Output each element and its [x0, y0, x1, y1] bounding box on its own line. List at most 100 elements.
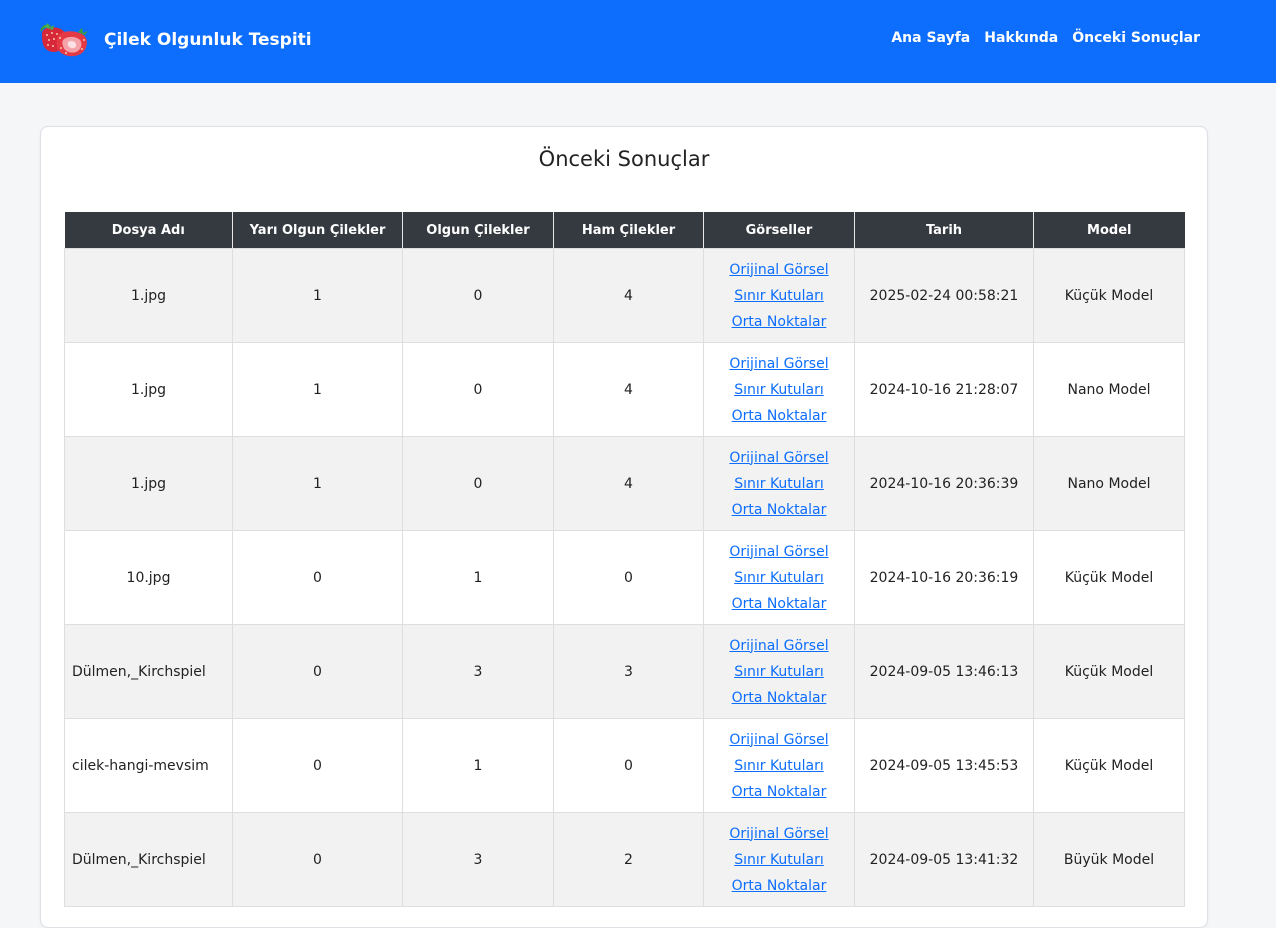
- file-name: 10.jpg: [126, 569, 171, 586]
- nav-menu: Ana Sayfa Hakkında Önceki Sonuçlar: [891, 30, 1200, 46]
- nav-link-home[interactable]: Ana Sayfa: [891, 30, 970, 46]
- ripe-count: 1: [402, 718, 554, 813]
- raw-count: 4: [553, 436, 704, 531]
- bounding-boxes-link[interactable]: Sınır Kutuları: [704, 377, 854, 403]
- center-points-link[interactable]: Orta Noktalar: [704, 873, 854, 899]
- model-cell: Büyük Model: [1033, 812, 1185, 907]
- file-name: 1.jpg: [130, 475, 167, 492]
- semi-ripe-count: 1: [232, 248, 403, 343]
- strawberry-icon: [40, 23, 88, 57]
- bounding-boxes-link[interactable]: Sınır Kutuları: [704, 753, 854, 779]
- center-points-link[interactable]: Orta Noktalar: [704, 403, 854, 429]
- original-image-link[interactable]: Orijinal Görsel: [704, 445, 854, 471]
- table-row: Dülmen,_Kirchspiel 0 3 2 Orijinal Görsel…: [64, 812, 1185, 907]
- column-header-date[interactable]: Tarih: [854, 212, 1034, 249]
- model-cell: Küçük Model: [1033, 624, 1185, 719]
- original-image-link[interactable]: Orijinal Görsel: [704, 727, 854, 753]
- date-cell: 2024-09-05 13:41:32: [854, 812, 1034, 907]
- file-name-cell: 1.jpg: [64, 436, 233, 531]
- table-row: 1.jpg 1 0 4 Orijinal Görsel Sınır Kutula…: [64, 436, 1185, 531]
- date-cell: 2024-10-16 20:36:39: [854, 436, 1034, 531]
- column-header-semi-ripe[interactable]: Yarı Olgun Çilekler: [232, 212, 403, 249]
- model-cell: Nano Model: [1033, 436, 1185, 531]
- images-cell: Orijinal Görsel Sınır Kutuları Orta Nokt…: [703, 436, 855, 531]
- images-cell: Orijinal Görsel Sınır Kutuları Orta Nokt…: [703, 342, 855, 437]
- raw-count: 4: [553, 342, 704, 437]
- column-header-raw[interactable]: Ham Çilekler: [553, 212, 704, 249]
- file-name: 1.jpg: [130, 381, 167, 398]
- table-row: 1.jpg 1 0 4 Orijinal Görsel Sınır Kutula…: [64, 342, 1185, 437]
- semi-ripe-count: 1: [232, 436, 403, 531]
- file-name: 1.jpg: [130, 287, 167, 304]
- semi-ripe-count: 0: [232, 624, 403, 719]
- center-points-link[interactable]: Orta Noktalar: [704, 497, 854, 523]
- images-cell: Orijinal Görsel Sınır Kutuları Orta Nokt…: [703, 624, 855, 719]
- raw-count: 0: [553, 718, 704, 813]
- bounding-boxes-link[interactable]: Sınır Kutuları: [704, 565, 854, 591]
- file-name-cell: 1.jpg: [64, 342, 233, 437]
- ripe-count: 0: [402, 342, 554, 437]
- date-cell: 2024-09-05 13:45:53: [854, 718, 1034, 813]
- bounding-boxes-link[interactable]: Sınır Kutuları: [704, 659, 854, 685]
- table-row: 10.jpg 0 1 0 Orijinal Görsel Sınır Kutul…: [64, 530, 1185, 625]
- file-name-cell: Dülmen,_Kirchspiel: [64, 812, 233, 907]
- column-header-model[interactable]: Model: [1033, 212, 1185, 249]
- nav-link-about[interactable]: Hakkında: [984, 30, 1058, 46]
- file-name-cell: cilek-hangi-mevsim: [64, 718, 233, 813]
- results-table: Dosya Adı Yarı Olgun Çilekler Olgun Çile…: [64, 212, 1185, 907]
- raw-count: 2: [553, 812, 704, 907]
- date-cell: 2024-09-05 13:46:13: [854, 624, 1034, 719]
- file-name: Dülmen,_Kirchspiel: [72, 663, 206, 680]
- original-image-link[interactable]: Orijinal Görsel: [704, 257, 854, 283]
- ripe-count: 0: [402, 248, 554, 343]
- images-cell: Orijinal Görsel Sınır Kutuları Orta Nokt…: [703, 718, 855, 813]
- raw-count: 3: [553, 624, 704, 719]
- model-cell: Küçük Model: [1033, 718, 1185, 813]
- model-cell: Küçük Model: [1033, 530, 1185, 625]
- page-title: Önceki Sonuçlar: [538, 147, 710, 171]
- table-row: cilek-hangi-mevsim 0 1 0 Orijinal Görsel…: [64, 718, 1185, 813]
- file-name-cell: 1.jpg: [64, 248, 233, 343]
- brand-title: Çilek Olgunluk Tespiti: [104, 30, 312, 50]
- ripe-count: 3: [402, 624, 554, 719]
- model-cell: Nano Model: [1033, 342, 1185, 437]
- ripe-count: 1: [402, 530, 554, 625]
- semi-ripe-count: 0: [232, 812, 403, 907]
- bounding-boxes-link[interactable]: Sınır Kutuları: [704, 471, 854, 497]
- raw-count: 4: [553, 248, 704, 343]
- raw-count: 0: [553, 530, 704, 625]
- original-image-link[interactable]: Orijinal Görsel: [704, 633, 854, 659]
- date-cell: 2025-02-24 00:58:21: [854, 248, 1034, 343]
- date-cell: 2024-10-16 21:28:07: [854, 342, 1034, 437]
- center-points-link[interactable]: Orta Noktalar: [704, 685, 854, 711]
- images-cell: Orijinal Görsel Sınır Kutuları Orta Nokt…: [703, 812, 855, 907]
- file-name-cell: Dülmen,_Kirchspiel: [64, 624, 233, 719]
- navbar: Çilek Olgunluk Tespiti Ana Sayfa Hakkınd…: [0, 0, 1276, 83]
- table-header-row: Dosya Adı Yarı Olgun Çilekler Olgun Çile…: [64, 212, 1185, 249]
- column-header-ripe[interactable]: Olgun Çilekler: [402, 212, 554, 249]
- bounding-boxes-link[interactable]: Sınır Kutuları: [704, 283, 854, 309]
- results-card: Önceki Sonuçlar Dosya Adı Yarı Olgun Çil…: [40, 126, 1208, 928]
- column-header-images[interactable]: Görseller: [703, 212, 855, 249]
- file-name-cell: 10.jpg: [64, 530, 233, 625]
- images-cell: Orijinal Görsel Sınır Kutuları Orta Nokt…: [703, 530, 855, 625]
- nav-link-previous-results[interactable]: Önceki Sonuçlar: [1072, 30, 1200, 46]
- center-points-link[interactable]: Orta Noktalar: [704, 309, 854, 335]
- file-name: Dülmen,_Kirchspiel: [72, 851, 206, 868]
- original-image-link[interactable]: Orijinal Görsel: [704, 539, 854, 565]
- original-image-link[interactable]: Orijinal Görsel: [704, 351, 854, 377]
- model-cell: Küçük Model: [1033, 248, 1185, 343]
- column-header-file-name[interactable]: Dosya Adı: [64, 212, 233, 249]
- original-image-link[interactable]: Orijinal Görsel: [704, 821, 854, 847]
- brand[interactable]: Çilek Olgunluk Tespiti: [38, 22, 312, 58]
- ripe-count: 3: [402, 812, 554, 907]
- semi-ripe-count: 0: [232, 718, 403, 813]
- images-cell: Orijinal Görsel Sınır Kutuları Orta Nokt…: [703, 248, 855, 343]
- bounding-boxes-link[interactable]: Sınır Kutuları: [704, 847, 854, 873]
- center-points-link[interactable]: Orta Noktalar: [704, 779, 854, 805]
- semi-ripe-count: 1: [232, 342, 403, 437]
- semi-ripe-count: 0: [232, 530, 403, 625]
- center-points-link[interactable]: Orta Noktalar: [704, 591, 854, 617]
- date-cell: 2024-10-16 20:36:19: [854, 530, 1034, 625]
- table-row: Dülmen,_Kirchspiel 0 3 3 Orijinal Görsel…: [64, 624, 1185, 719]
